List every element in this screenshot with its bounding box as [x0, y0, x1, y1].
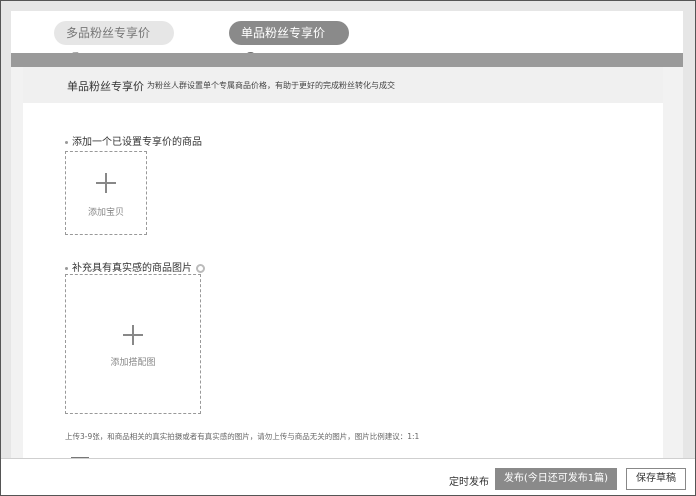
left-border [1, 1, 11, 495]
right-border [683, 1, 695, 495]
add-image-button[interactable]: 添加搭配图 [65, 274, 201, 414]
plus-icon [96, 173, 116, 193]
image-field-label: 补充具有真实感的商品图片 [65, 259, 205, 274]
editor-window: 多品粉丝专享价? 单品粉丝专享价? 单品粉丝专享价 为粉丝人群设置单个专属商品价… [0, 0, 696, 496]
required-dot [65, 140, 68, 144]
tab-strip: 多品粉丝专享价? 单品粉丝专享价? [11, 11, 683, 63]
save-draft-button[interactable]: 保存草稿 [626, 468, 686, 490]
section-title: 单品粉丝专享价 [67, 80, 144, 93]
publish-button[interactable]: 发布(今日还可发布1篇) [495, 468, 617, 490]
add-product-button[interactable]: 添加宝贝 [65, 151, 147, 235]
add-image-label: 添加搭配图 [110, 358, 156, 368]
bottom-action-bar: 定时发布 发布(今日还可发布1篇) 保存草稿 [1, 458, 695, 495]
product-field-label: 添加一个已设置专享价的商品 [65, 133, 202, 148]
form-panel: 单品粉丝专享价 为粉丝人群设置单个专属商品价格，有助于更好的完成粉丝转化与成交 … [23, 67, 663, 459]
tab-multi-product-fan-price[interactable]: 多品粉丝专享价? [54, 21, 174, 63]
timed-publish-link[interactable]: 定时发布 [449, 473, 489, 488]
image-field-label-text: 补充具有真实感的商品图片 [72, 263, 192, 274]
section-description: 为粉丝人群设置单个专属商品价格，有助于更好的完成粉丝转化与成交 [147, 81, 395, 90]
content-divider-band [11, 53, 683, 67]
tab-single-product-fan-price[interactable]: 单品粉丝专享价? [229, 21, 349, 63]
tab-label: 单品粉丝专享价 [241, 26, 326, 40]
required-dot [65, 266, 68, 270]
product-field-label-text: 添加一个已设置专享价的商品 [72, 137, 202, 148]
top-border [1, 1, 695, 11]
plus-icon [123, 325, 143, 345]
info-circle-icon[interactable] [196, 263, 205, 273]
section-header: 单品粉丝专享价 为粉丝人群设置单个专属商品价格，有助于更好的完成粉丝转化与成交 [23, 67, 663, 103]
image-upload-hint: 上传3-9张，和商品相关的真实拍摄或者有真实感的图片，请勿上传与商品无关的图片，… [65, 432, 420, 441]
add-product-label: 添加宝贝 [87, 208, 124, 218]
tab-label: 多品粉丝专享价 [66, 26, 151, 40]
